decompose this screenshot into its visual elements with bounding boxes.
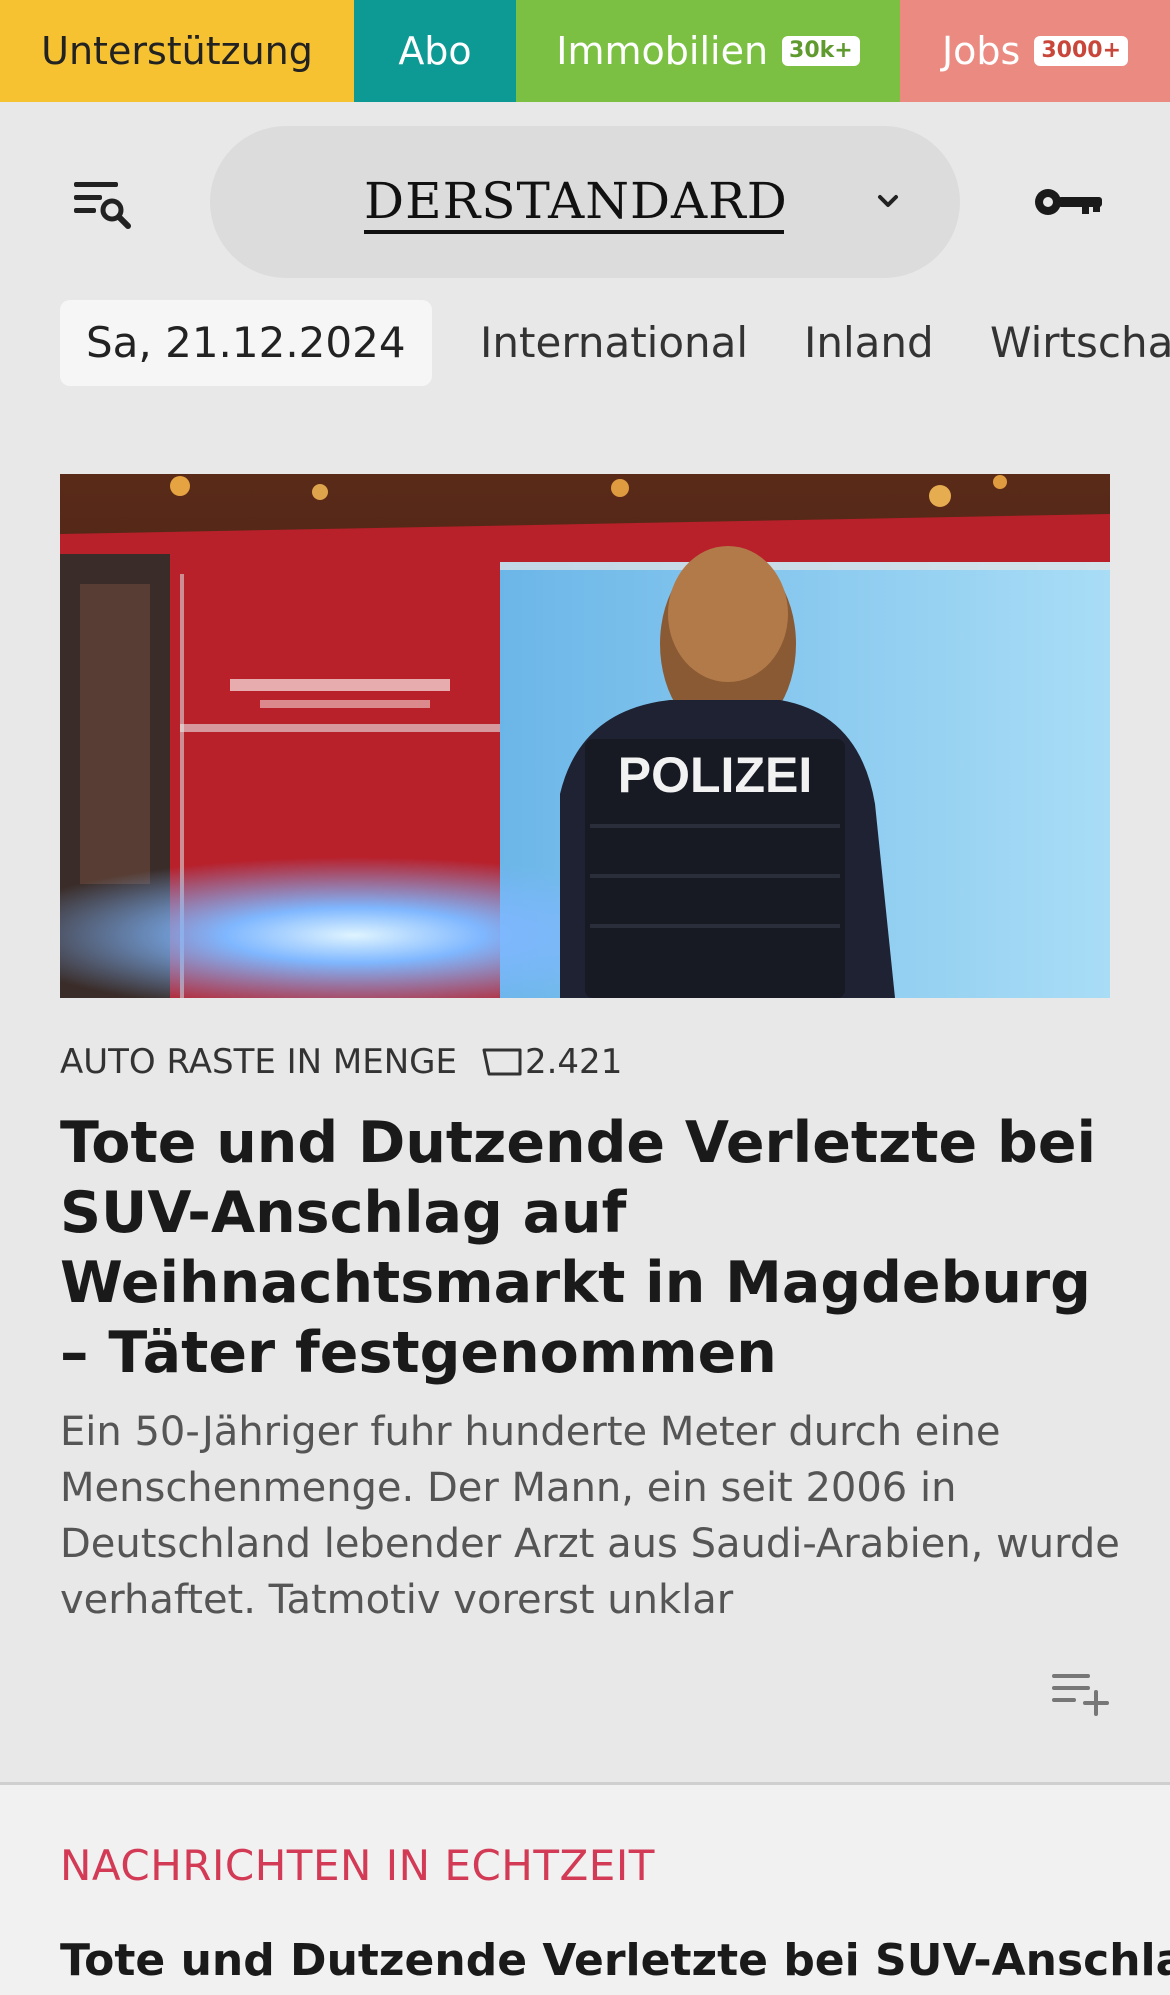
nav-item-inland[interactable]: Inland	[804, 300, 934, 386]
playlist-add-icon	[1052, 1674, 1109, 1716]
live-news-title[interactable]: NACHRICHTEN IN ECHTZEIT	[60, 1841, 655, 1890]
nav-item-wirtschaft[interactable]: Wirtschaft	[990, 300, 1170, 386]
site-logo[interactable]: DERSTANDARD	[364, 172, 787, 234]
menu-search-icon	[74, 182, 131, 229]
key-icon	[1035, 189, 1102, 215]
add-to-list-button[interactable]	[1050, 1670, 1112, 1718]
hero-photo: POLIZEI	[60, 474, 1110, 998]
article-kicker: AUTO RASTE IN MENGE 2.421	[60, 1042, 622, 1082]
edition-switcher[interactable]: DERSTANDARD	[210, 126, 960, 278]
support-link[interactable]: Unterstützung	[0, 0, 354, 102]
top-service-bar: Unterstützung Abo Immobilien 30k+ Jobs 3…	[0, 0, 1170, 102]
article-hero-image[interactable]: POLIZEI	[60, 474, 1110, 998]
jobs-badge: 3000+	[1034, 36, 1129, 66]
nav-item-international[interactable]: International	[480, 300, 748, 386]
comment-count[interactable]: 2.421	[525, 1042, 622, 1082]
comment-icon	[482, 1048, 522, 1076]
menu-search-button[interactable]	[70, 178, 140, 248]
immobilien-label: Immobilien	[556, 29, 769, 73]
date-chip: Sa, 21.12.2024	[60, 300, 432, 386]
login-button[interactable]	[1032, 180, 1106, 224]
site-header: DERSTANDARD	[0, 102, 1170, 282]
abo-label: Abo	[398, 29, 472, 73]
live-news-first-headline[interactable]: Tote und Dutzende Verletzte bei SUV-Ansc…	[60, 1935, 1170, 1986]
live-news-section: NACHRICHTEN IN ECHTZEIT Tote und Dutzend…	[0, 1782, 1170, 1995]
jobs-label: Jobs	[941, 29, 1021, 73]
jobs-link[interactable]: Jobs 3000+	[900, 0, 1170, 102]
kicker-label: AUTO RASTE IN MENGE	[60, 1042, 457, 1082]
immobilien-link[interactable]: Immobilien 30k+	[516, 0, 900, 102]
immobilien-badge: 30k+	[782, 36, 860, 66]
article-headline[interactable]: Tote und Dutzende Verletzte bei SUV-Ansc…	[60, 1108, 1120, 1388]
abo-link[interactable]: Abo	[354, 0, 516, 102]
hero-image-text: POLIZEI	[618, 747, 812, 803]
chevron-down-icon	[878, 195, 898, 207]
article-teaser: Ein 50-Jähriger fuhr hunderte Meter durc…	[60, 1409, 1120, 1623]
section-nav: Sa, 21.12.2024 International Inland Wirt…	[0, 298, 1170, 388]
support-label: Unterstützung	[41, 29, 313, 73]
